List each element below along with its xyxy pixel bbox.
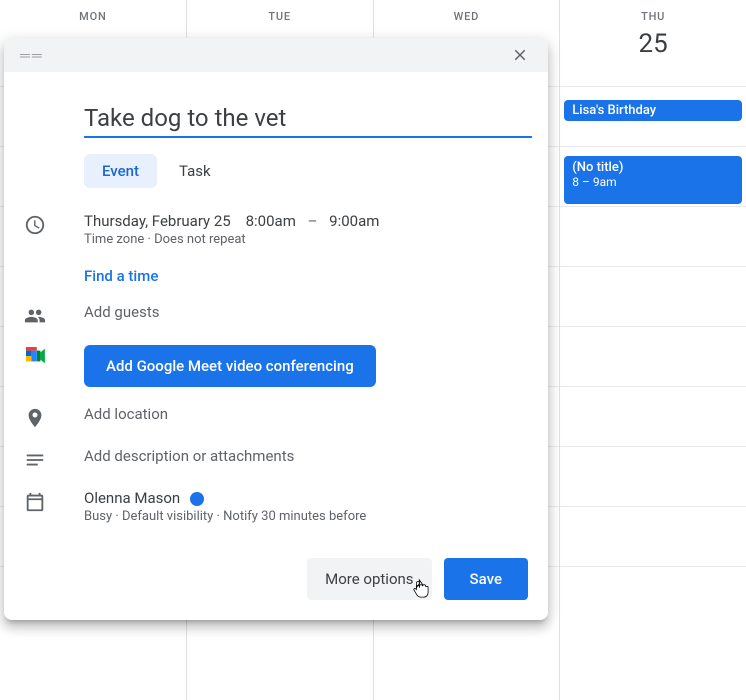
owner-name: Olenna Mason: [84, 489, 180, 507]
calendar-owner[interactable]: Olenna Mason: [84, 489, 532, 507]
clock-icon: [24, 214, 46, 236]
calendar-color-dot: [190, 492, 204, 506]
add-google-meet-button[interactable]: Add Google Meet video conferencing: [84, 345, 376, 387]
create-type-tabs: Event Task: [84, 154, 532, 188]
close-icon: [511, 46, 529, 64]
timezone-repeat[interactable]: Time zone · Does not repeat: [84, 232, 532, 247]
event-title: Lisa's Birthday: [572, 103, 656, 118]
cursor-pointer-icon: [412, 578, 434, 604]
day-header: MON: [0, 0, 186, 25]
day-header: THU: [560, 0, 746, 25]
event-date[interactable]: Thursday, February 25: [84, 212, 231, 230]
find-a-time-link[interactable]: Find a time: [84, 267, 158, 285]
day-column-thu[interactable]: THU 25 Lisa's Birthday (No title) 8 – 9a…: [560, 0, 746, 700]
event-end[interactable]: 9:00am: [329, 212, 379, 230]
tab-event[interactable]: Event: [84, 154, 157, 188]
location-pin-icon: [24, 407, 46, 429]
more-options-label: More options: [325, 570, 413, 588]
more-options-button[interactable]: More options: [307, 558, 431, 600]
drag-handle-icon[interactable]: ══: [20, 47, 44, 64]
day-number[interactable]: 25: [560, 29, 746, 59]
time-dash: –: [308, 212, 318, 230]
event-title-input[interactable]: [84, 102, 532, 138]
modal-header: ══: [4, 38, 548, 72]
add-location-button[interactable]: Add location: [84, 405, 168, 423]
day-header: WED: [374, 0, 560, 25]
date-time-summary[interactable]: Thursday, February 25 8:00am – 9:00am: [84, 212, 532, 230]
calendar-icon: [24, 491, 46, 513]
tab-task[interactable]: Task: [161, 154, 229, 188]
description-icon: [24, 449, 46, 471]
modal-footer: More options Save: [4, 548, 548, 620]
event-timed[interactable]: (No title) 8 – 9am: [564, 156, 742, 204]
event-create-modal: ══ Event Task Thursday, February 25 8:00…: [4, 38, 548, 620]
save-button[interactable]: Save: [444, 558, 528, 600]
people-icon: [24, 305, 46, 327]
day-header: TUE: [187, 0, 373, 25]
add-description-button[interactable]: Add description or attachments: [84, 447, 294, 465]
owner-settings-summary[interactable]: Busy · Default visibility · Notify 30 mi…: [84, 509, 532, 524]
event-allday[interactable]: Lisa's Birthday: [564, 100, 742, 121]
event-time: 8 – 9am: [572, 175, 734, 189]
event-start[interactable]: 8:00am: [246, 212, 296, 230]
add-guests-button[interactable]: Add guests: [84, 303, 159, 321]
google-meet-icon: [24, 347, 46, 365]
event-title: (No title): [572, 160, 734, 175]
close-button[interactable]: [504, 39, 536, 71]
